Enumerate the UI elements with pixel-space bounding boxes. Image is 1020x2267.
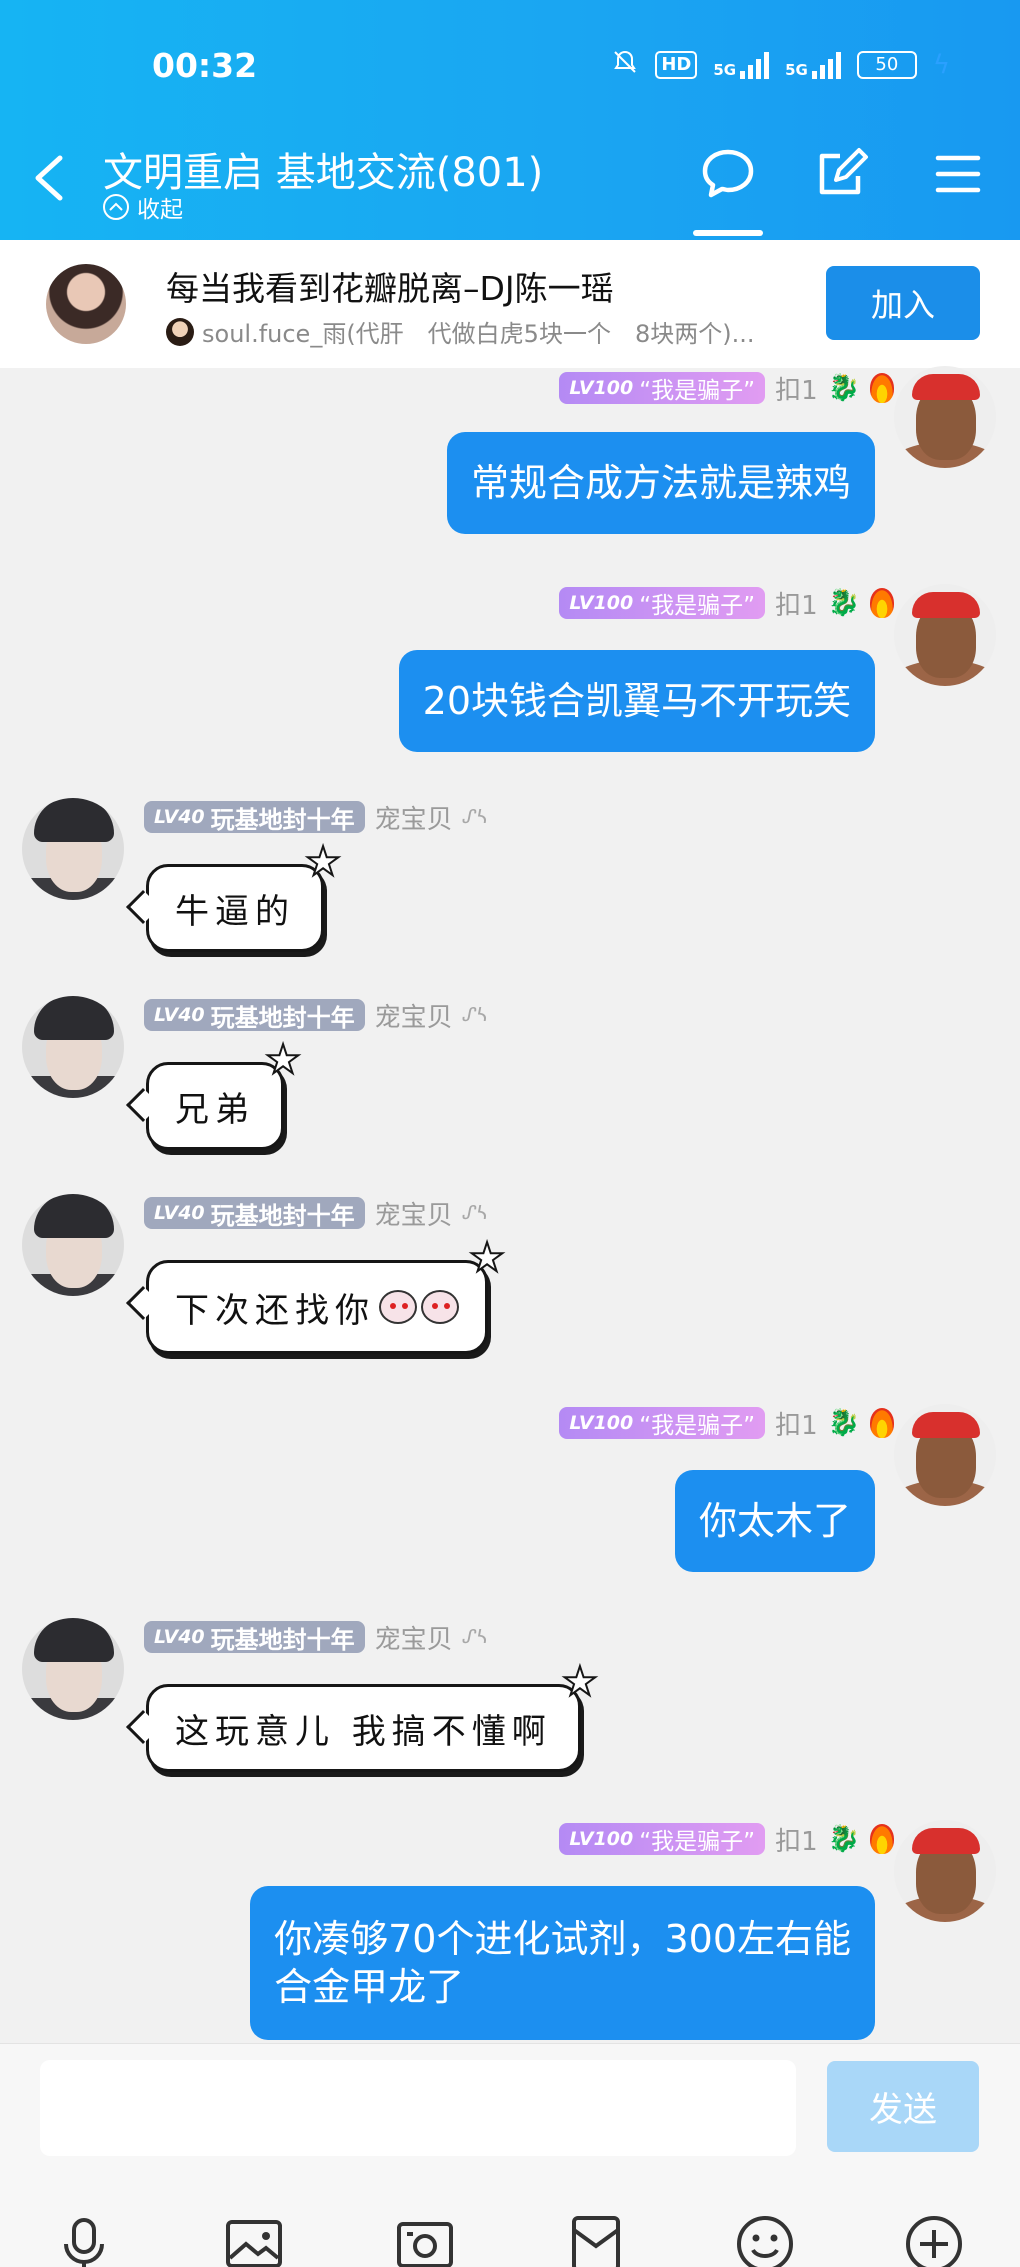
hd-badge: HD xyxy=(655,50,698,79)
avatar[interactable] xyxy=(22,996,124,1098)
avatar[interactable] xyxy=(22,798,124,900)
level-badge: LV100 “我是骗子” xyxy=(559,1823,766,1855)
message-bubble[interactable]: 你太木了 xyxy=(674,1470,875,1572)
image-icon[interactable] xyxy=(222,2212,286,2267)
dragon-badge-icon: 🐉 xyxy=(827,1824,860,1854)
sender-name[interactable]: 扣1 xyxy=(775,1821,818,1858)
level-badge: LV40 玩基地封十年 xyxy=(144,1621,365,1654)
message-meta: LV100 “我是骗子” 扣1 🐉 xyxy=(559,585,894,622)
pinned-notice[interactable]: 每当我看到花瓣脱离–DJ陈一瑶 soul.fuce_雨(代肝 代做白虎5块一个 … xyxy=(0,240,1020,368)
dragon-badge-icon: 🐉 xyxy=(827,1408,860,1438)
message-meta: LV40 玩基地封十年 宠宝贝 ᔑᓴ xyxy=(144,799,488,836)
signal-bars-icon xyxy=(740,51,770,79)
avatar[interactable] xyxy=(894,366,996,468)
message-meta: LV100 “我是骗子” 扣1 🐉 xyxy=(559,1821,894,1858)
dragon-badge-icon: 🐉 xyxy=(827,373,860,403)
level-badge: LV100 “我是骗子” xyxy=(559,372,766,404)
avatar[interactable] xyxy=(22,1194,124,1296)
menu-icon[interactable] xyxy=(930,146,986,202)
microphone-icon[interactable] xyxy=(52,2212,116,2267)
chat-bubble-icon[interactable] xyxy=(700,146,756,202)
chat-header: 00:32 HD 5G 5G 50 ϟ 文明重启 基地交流(801) 收起 xyxy=(0,0,1020,240)
message-bubble[interactable]: ★ 这玩意儿 我搞不懂啊 xyxy=(126,1658,599,1772)
pig-emoji-icon xyxy=(421,1290,459,1324)
level-badge: LV40 玩基地封十年 xyxy=(144,801,365,834)
flame-icon xyxy=(870,1408,894,1438)
pig-emoji-icon xyxy=(379,1290,417,1324)
flame-icon xyxy=(870,1824,894,1854)
status-time: 00:32 xyxy=(152,46,258,85)
sender-name[interactable]: 宠宝贝 xyxy=(375,799,453,836)
notice-title: 每当我看到花瓣脱离–DJ陈一瑶 xyxy=(166,269,614,308)
verified-icon: ᔑᓴ xyxy=(462,1202,488,1224)
sender-name[interactable]: 扣1 xyxy=(775,370,818,407)
avatar[interactable] xyxy=(894,1404,996,1506)
send-button[interactable]: 发送 xyxy=(827,2061,979,2152)
active-tab-indicator xyxy=(693,230,763,236)
star-decoration-icon: ★ xyxy=(264,1036,302,1084)
message-meta: LV100 “我是骗子” 扣1 🐉 xyxy=(559,370,894,407)
signal-5g-1: 5G xyxy=(713,51,770,79)
red-packet-icon[interactable] xyxy=(564,2212,628,2267)
sender-name[interactable]: 宠宝贝 xyxy=(375,997,453,1034)
notice-avatar xyxy=(46,264,126,344)
input-bar: 发送 xyxy=(0,2043,1020,2267)
mute-icon xyxy=(611,48,639,81)
message-bubble[interactable]: 常规合成方法就是辣鸡 xyxy=(446,432,875,534)
verified-icon: ᔑᓴ xyxy=(462,806,488,828)
message-bubble[interactable]: ★ 兄弟 xyxy=(126,1036,302,1150)
star-decoration-icon: ★ xyxy=(304,838,342,886)
signal-bars-icon xyxy=(811,51,841,79)
flame-icon xyxy=(870,588,894,618)
verified-icon: ᔑᓴ xyxy=(462,1004,488,1026)
message-list[interactable]: LV100 “我是骗子” 扣1 🐉 常规合成方法就是辣鸡 LV100 “我是骗子” … xyxy=(0,366,1020,2043)
message-meta: LV40 玩基地封十年 宠宝贝 ᔑᓴ xyxy=(144,1619,488,1656)
dragon-badge-icon: 🐉 xyxy=(827,588,860,618)
sender-name[interactable]: 扣1 xyxy=(775,1405,818,1442)
charging-icon: ϟ xyxy=(932,49,950,80)
star-decoration-icon: ★ xyxy=(561,1658,599,1706)
sender-name[interactable]: 宠宝贝 xyxy=(375,1195,453,1232)
chevron-up-icon xyxy=(103,194,129,220)
message-bubble[interactable]: ★ 下次还找你 xyxy=(126,1234,506,1354)
join-button[interactable]: 加入 xyxy=(826,266,980,340)
camera-icon[interactable] xyxy=(393,2212,457,2267)
flame-icon xyxy=(870,373,894,403)
star-decoration-icon: ★ xyxy=(468,1234,506,1282)
verified-icon: ᔑᓴ xyxy=(462,1626,488,1648)
message-bubble[interactable]: 你凑够70个进化试剂，300左右能 合金甲龙了 xyxy=(250,1886,875,2040)
back-arrow-icon[interactable] xyxy=(30,150,68,206)
plus-icon[interactable] xyxy=(902,2212,966,2267)
message-input[interactable] xyxy=(40,2060,796,2156)
level-badge: LV40 玩基地封十年 xyxy=(144,999,365,1032)
sender-name[interactable]: 宠宝贝 xyxy=(375,1619,453,1656)
level-badge: LV40 玩基地封十年 xyxy=(144,1197,365,1230)
level-badge: LV100 “我是骗子” xyxy=(559,1407,766,1439)
edit-icon[interactable] xyxy=(814,146,870,202)
message-meta: LV100 “我是骗子” 扣1 🐉 xyxy=(559,1405,894,1442)
emoji-icon[interactable] xyxy=(733,2212,797,2267)
status-icons: HD 5G 5G 50 ϟ xyxy=(611,48,950,81)
level-badge: LV100 “我是骗子” xyxy=(559,587,766,619)
message-meta: LV40 玩基地封十年 宠宝贝 ᔑᓴ xyxy=(144,997,488,1034)
message-bubble[interactable]: 20块钱合凯翼马不开玩笑 xyxy=(398,650,875,752)
sender-name[interactable]: 扣1 xyxy=(775,585,818,622)
message-bubble[interactable]: ★ 牛逼的 xyxy=(126,838,342,952)
avatar[interactable] xyxy=(22,1618,124,1720)
collapse-toggle[interactable]: 收起 xyxy=(103,190,183,224)
avatar[interactable] xyxy=(894,1820,996,1922)
notice-subtitle: soul.fuce_雨(代肝 代做白虎5块一个 8块两个)... xyxy=(166,314,754,349)
signal-5g-2: 5G xyxy=(785,51,841,79)
mini-avatar xyxy=(166,317,194,346)
collapse-label: 收起 xyxy=(137,197,183,223)
message-meta: LV40 玩基地封十年 宠宝贝 ᔑᓴ xyxy=(144,1195,488,1232)
avatar[interactable] xyxy=(894,584,996,686)
battery-icon: 50 xyxy=(856,50,917,79)
